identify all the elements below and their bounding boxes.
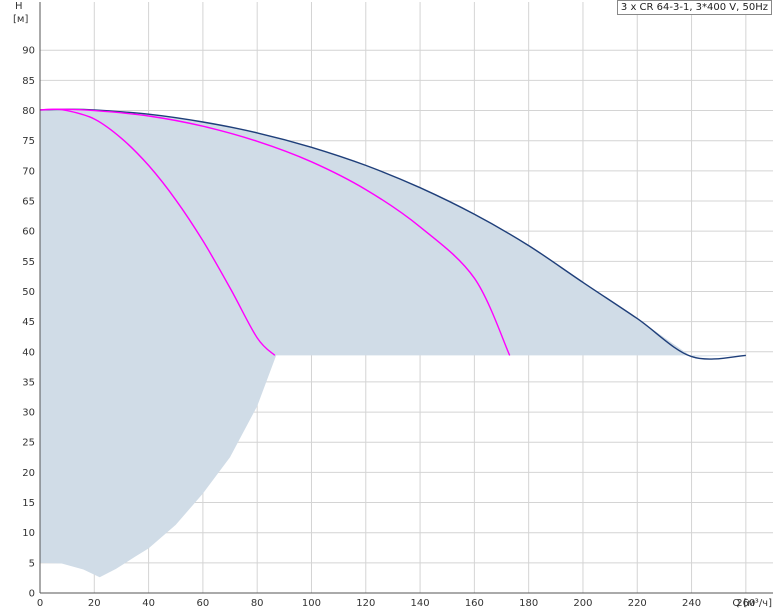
x-tick-label: 120 — [356, 598, 375, 609]
x-tick-label: 180 — [519, 598, 538, 609]
y-tick-label: 65 — [22, 197, 35, 208]
chart-title-legend: 3 x CR 64-3-1, 3*400 V, 50Hz — [616, 0, 772, 15]
y-tick-label: 75 — [22, 136, 35, 147]
y-tick-label: 60 — [22, 227, 35, 238]
x-tick-label: 80 — [251, 598, 264, 609]
x-tick-label: 0 — [37, 598, 43, 609]
y-tick-label: 85 — [22, 76, 35, 87]
y-tick-label: 70 — [22, 166, 35, 177]
y-tick-label: 55 — [22, 257, 35, 268]
y-tick-label: 30 — [22, 408, 35, 419]
x-tick-label: 140 — [411, 598, 430, 609]
y-tick-label: 10 — [22, 528, 35, 539]
y-tick-label: 5 — [29, 558, 35, 569]
y-tick-label: 80 — [22, 106, 35, 117]
y-tick-label: 20 — [22, 468, 35, 479]
x-tick-labels: 0 20 40 60 80 100 120 140 160 180 200 220 240 260 — [37, 598, 756, 609]
y-tick-label: 25 — [22, 438, 35, 449]
y-axis-label: H — [15, 1, 23, 12]
pump-curve-chart: 0 5 10 15 20 25 30 35 40 45 50 55 60 65 70 75 80 85 90 0 20… — [13, 1, 774, 609]
operating-region-area — [40, 109, 774, 578]
x-tick-label: 20 — [88, 598, 101, 609]
x-tick-label: 200 — [573, 598, 592, 609]
y-tick-label: 40 — [22, 347, 35, 358]
y-tick-label: 90 — [22, 46, 35, 57]
y-tick-label: 35 — [22, 377, 35, 388]
x-tick-label: 40 — [142, 598, 155, 609]
y-tick-labels: 0 5 10 15 20 25 30 35 40 45 50 55 60 65 70 75 80 85 90 — [22, 46, 35, 600]
y-axis-unit: [м] — [13, 14, 28, 25]
x-axis-label: Q [м³/ч] — [732, 598, 772, 609]
y-tick-label: 15 — [22, 498, 35, 509]
y-tick-label: 50 — [22, 287, 35, 298]
x-tick-label: 160 — [465, 598, 484, 609]
y-tick-label: 0 — [29, 589, 35, 600]
x-tick-label: 240 — [682, 598, 701, 609]
x-tick-label: 100 — [302, 598, 321, 609]
y-tick-label: 45 — [22, 317, 35, 328]
chart-title: 3 x CR 64-3-1, 3*400 V, 50Hz — [620, 2, 768, 13]
x-tick-label: 220 — [628, 598, 647, 609]
x-tick-label: 60 — [197, 598, 210, 609]
